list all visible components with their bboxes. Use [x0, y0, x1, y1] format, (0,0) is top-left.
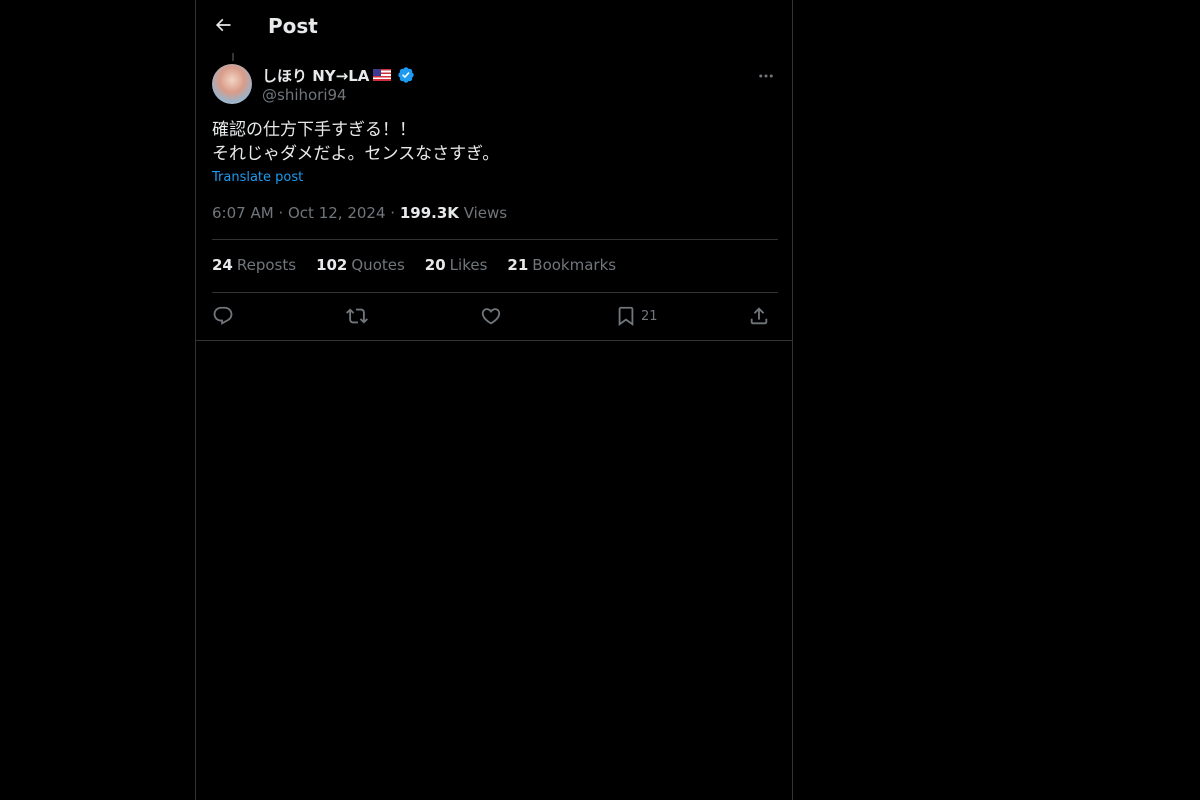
divider: [212, 292, 778, 293]
views-count: 199.3K: [399, 204, 459, 222]
reposts-label: Reposts: [236, 256, 297, 274]
bookmark-icon: [618, 306, 634, 327]
back-button[interactable]: [208, 10, 238, 40]
quotes-count: 102: [316, 256, 348, 274]
likes-stat[interactable]: 20 Likes: [425, 256, 488, 274]
bookmarks-label: Bookmarks: [532, 256, 617, 274]
meta-separator: ·: [278, 204, 284, 222]
post-metadata: 6:07 AM · Oct 12, 2024 · 199.3K Views: [212, 204, 507, 222]
us-flag-icon: [373, 69, 392, 81]
author-name-row: しほり NY→LA: [262, 64, 415, 86]
like-button[interactable]: [480, 300, 502, 332]
likes-count: 20: [424, 256, 446, 274]
avatar[interactable]: [212, 64, 252, 104]
reply-icon: [213, 306, 233, 325]
post-bottom-border: [196, 340, 792, 341]
arrow-left-icon: [215, 18, 231, 32]
author-display-name[interactable]: しほり NY→LA: [262, 65, 369, 86]
share-button[interactable]: [748, 300, 770, 332]
engagement-stats: 24 Reposts 102 Quotes 20 Likes 21 Bookmarks: [212, 256, 616, 274]
main-column: Post しほり NY→LA @shihori94 確認の仕方下手すぎる！！ そ…: [195, 0, 793, 800]
views-label: Views: [463, 204, 508, 222]
reply-button[interactable]: [212, 300, 234, 332]
repost-button[interactable]: [346, 300, 368, 332]
post-text: 確認の仕方下手すぎる！！ それじゃダメだよ。センスなさすぎ。: [212, 120, 500, 164]
bookmark-count: 21: [641, 308, 658, 324]
quotes-stat[interactable]: 102 Quotes: [316, 256, 405, 274]
translate-post-link[interactable]: Translate post: [212, 170, 303, 185]
page-title: Post: [268, 14, 318, 38]
share-icon: [750, 307, 768, 325]
post-header: Post: [196, 0, 792, 53]
author-handle[interactable]: @shihori94: [262, 86, 347, 104]
post-time[interactable]: 6:07 AM: [212, 204, 274, 222]
heart-icon: [481, 308, 501, 325]
more-horizontal-icon: [759, 74, 773, 78]
repost-icon: [346, 308, 368, 324]
quotes-label: Quotes: [351, 256, 405, 274]
bookmark-button[interactable]: 21: [615, 300, 658, 332]
divider: [212, 239, 778, 240]
action-bar: 21: [212, 300, 778, 332]
bookmarks-stat[interactable]: 21 Bookmarks: [507, 256, 616, 274]
meta-separator: ·: [390, 204, 396, 222]
reposts-stat[interactable]: 24 Reposts: [212, 256, 296, 274]
post-date[interactable]: Oct 12, 2024: [288, 204, 386, 222]
bookmarks-count: 21: [507, 256, 529, 274]
likes-label: Likes: [449, 256, 488, 274]
thread-connector-line: [232, 53, 234, 61]
more-options-button[interactable]: [752, 62, 780, 90]
verified-badge-icon[interactable]: [397, 66, 415, 84]
reposts-count: 24: [212, 256, 233, 274]
